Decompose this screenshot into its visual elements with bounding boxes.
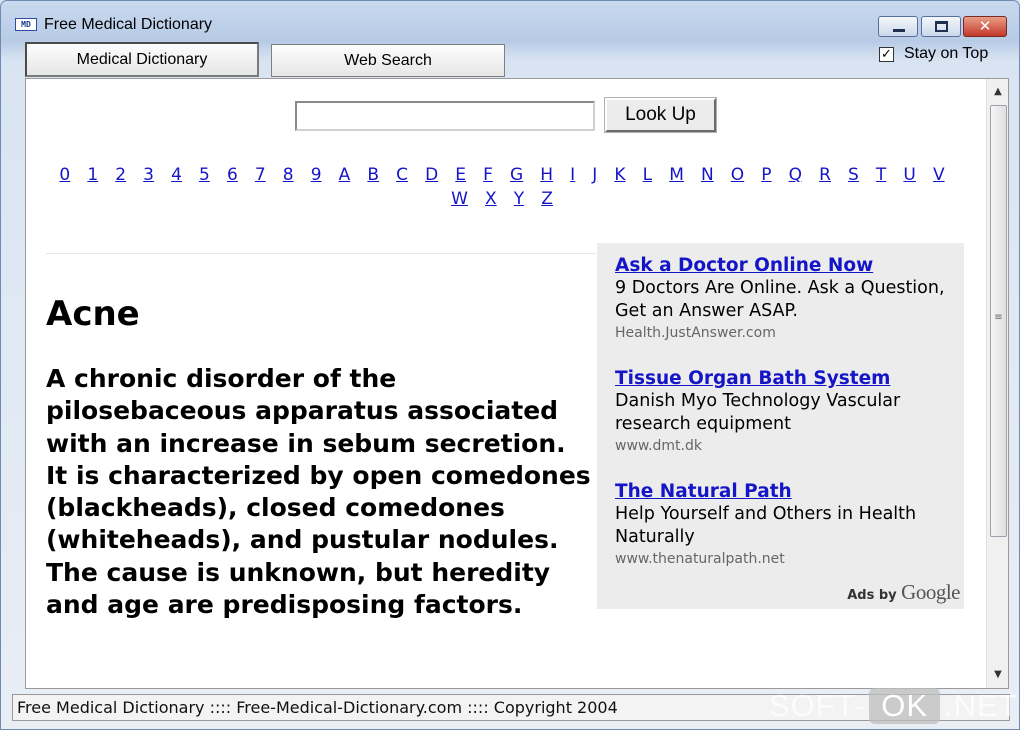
ad-title-link[interactable]: Tissue Organ Bath System: [615, 367, 955, 390]
ad-text: 9 Doctors Are Online. Ask a Question, Ge…: [615, 278, 945, 321]
tab-web-search[interactable]: Web Search: [271, 44, 505, 77]
ad-url[interactable]: www.dmt.dk: [615, 436, 955, 456]
alphabet-link[interactable]: 7: [255, 163, 266, 187]
alphabet-link[interactable]: G: [510, 163, 523, 187]
stay-on-top-label: Stay on Top: [904, 45, 989, 62]
alphabet-link[interactable]: R: [819, 163, 831, 187]
alphabet-index: 0 1 2 3 4 5 6 7 8 9 A B C D E F G H I J …: [46, 163, 958, 211]
ad-item: Tissue Organ Bath System Danish Myo Tech…: [615, 367, 955, 456]
alphabet-link[interactable]: 5: [199, 163, 210, 187]
ad-title-link[interactable]: Ask a Doctor Online Now: [615, 254, 955, 277]
dictionary-content: Look Up 0 1 2 3 4 5 6 7 8 9 A B C D E F …: [25, 78, 1009, 689]
maximize-button[interactable]: [921, 16, 961, 37]
ad-item: Ask a Doctor Online Now 9 Doctors Are On…: [615, 254, 955, 343]
app-window: MD Free Medical Dictionary ✕ Medical Dic…: [0, 0, 1020, 730]
alphabet-link[interactable]: K: [614, 163, 625, 187]
alphabet-link[interactable]: 3: [143, 163, 154, 187]
close-button[interactable]: ✕: [963, 16, 1007, 37]
ad-text: Danish Myo Technology Vascular research …: [615, 391, 901, 434]
watermark-left: SOFT-: [769, 688, 866, 723]
window-title: Free Medical Dictionary: [44, 16, 213, 33]
search-input[interactable]: [295, 101, 595, 131]
alphabet-link[interactable]: T: [876, 163, 886, 187]
maximize-icon: [935, 21, 948, 32]
alphabet-link[interactable]: 1: [87, 163, 98, 187]
alphabet-link[interactable]: Y: [514, 187, 524, 211]
ad-item: The Natural Path Help Yourself and Other…: [615, 480, 955, 569]
vertical-scrollbar[interactable]: ▲ ≡ ▼: [986, 79, 1008, 688]
alphabet-link[interactable]: F: [483, 163, 493, 187]
alphabet-link[interactable]: H: [540, 163, 553, 187]
alphabet-link[interactable]: Q: [789, 163, 802, 187]
ad-url[interactable]: Health.JustAnswer.com: [615, 323, 955, 343]
watermark-box: OK: [869, 688, 941, 724]
alphabet-link[interactable]: Z: [541, 187, 553, 211]
scroll-up-arrow-icon[interactable]: ▲: [987, 81, 1008, 103]
alphabet-link[interactable]: U: [903, 163, 915, 187]
alphabet-link[interactable]: 9: [311, 163, 322, 187]
scroll-down-arrow-icon[interactable]: ▼: [987, 664, 1008, 686]
minimize-icon: [893, 29, 905, 32]
alphabet-link[interactable]: A: [339, 163, 351, 187]
google-logo: Google: [901, 580, 960, 604]
minimize-button[interactable]: [878, 16, 918, 37]
ad-url[interactable]: www.thenaturalpath.net: [615, 549, 955, 569]
ads-by-label: Ads by: [847, 588, 897, 603]
ad-title-link[interactable]: The Natural Path: [615, 480, 955, 503]
tab-medical-dictionary[interactable]: Medical Dictionary: [25, 42, 259, 77]
alphabet-link[interactable]: P: [761, 163, 771, 187]
alphabet-link[interactable]: N: [701, 163, 714, 187]
stay-on-top-checkbox[interactable]: ✓: [879, 46, 894, 62]
alphabet-link[interactable]: I: [570, 163, 575, 187]
alphabet-link[interactable]: S: [848, 163, 859, 187]
alphabet-link[interactable]: M: [669, 163, 684, 187]
title-bar[interactable]: MD Free Medical Dictionary ✕: [1, 1, 1019, 41]
look-up-button[interactable]: Look Up: [604, 97, 717, 133]
alphabet-link[interactable]: W: [451, 187, 468, 211]
entry-definition: A chronic disorder of the pilosebaceous …: [46, 364, 591, 620]
ads-panel: Ask a Doctor Online Now 9 Doctors Are On…: [597, 243, 964, 609]
watermark: SOFT- OK .NET: [769, 685, 1019, 727]
alphabet-link[interactable]: O: [731, 163, 744, 187]
app-icon: MD: [15, 18, 37, 31]
alphabet-link[interactable]: 8: [283, 163, 294, 187]
stay-on-top-option[interactable]: ✓ Stay on Top: [879, 44, 988, 64]
alphabet-link[interactable]: J: [592, 163, 597, 187]
alphabet-link[interactable]: 4: [171, 163, 182, 187]
scroll-thumb[interactable]: ≡: [990, 105, 1007, 537]
alphabet-link[interactable]: X: [485, 187, 497, 211]
ad-text: Help Yourself and Others in Health Natur…: [615, 504, 917, 547]
alphabet-link[interactable]: 0: [59, 163, 70, 187]
ads-by-google[interactable]: Ads by Google: [847, 580, 960, 605]
watermark-right: .NET: [944, 688, 1019, 723]
alphabet-link[interactable]: 2: [115, 163, 126, 187]
close-icon: ✕: [978, 17, 992, 35]
entry-term: Acne: [46, 294, 140, 334]
alphabet-link[interactable]: E: [455, 163, 466, 187]
divider: [46, 253, 596, 254]
alphabet-link[interactable]: C: [396, 163, 408, 187]
alphabet-link[interactable]: B: [367, 163, 379, 187]
alphabet-link[interactable]: 6: [227, 163, 238, 187]
alphabet-link[interactable]: V: [933, 163, 945, 187]
grip-icon: ≡: [994, 312, 1003, 323]
alphabet-link[interactable]: L: [643, 163, 652, 187]
alphabet-link[interactable]: D: [425, 163, 438, 187]
